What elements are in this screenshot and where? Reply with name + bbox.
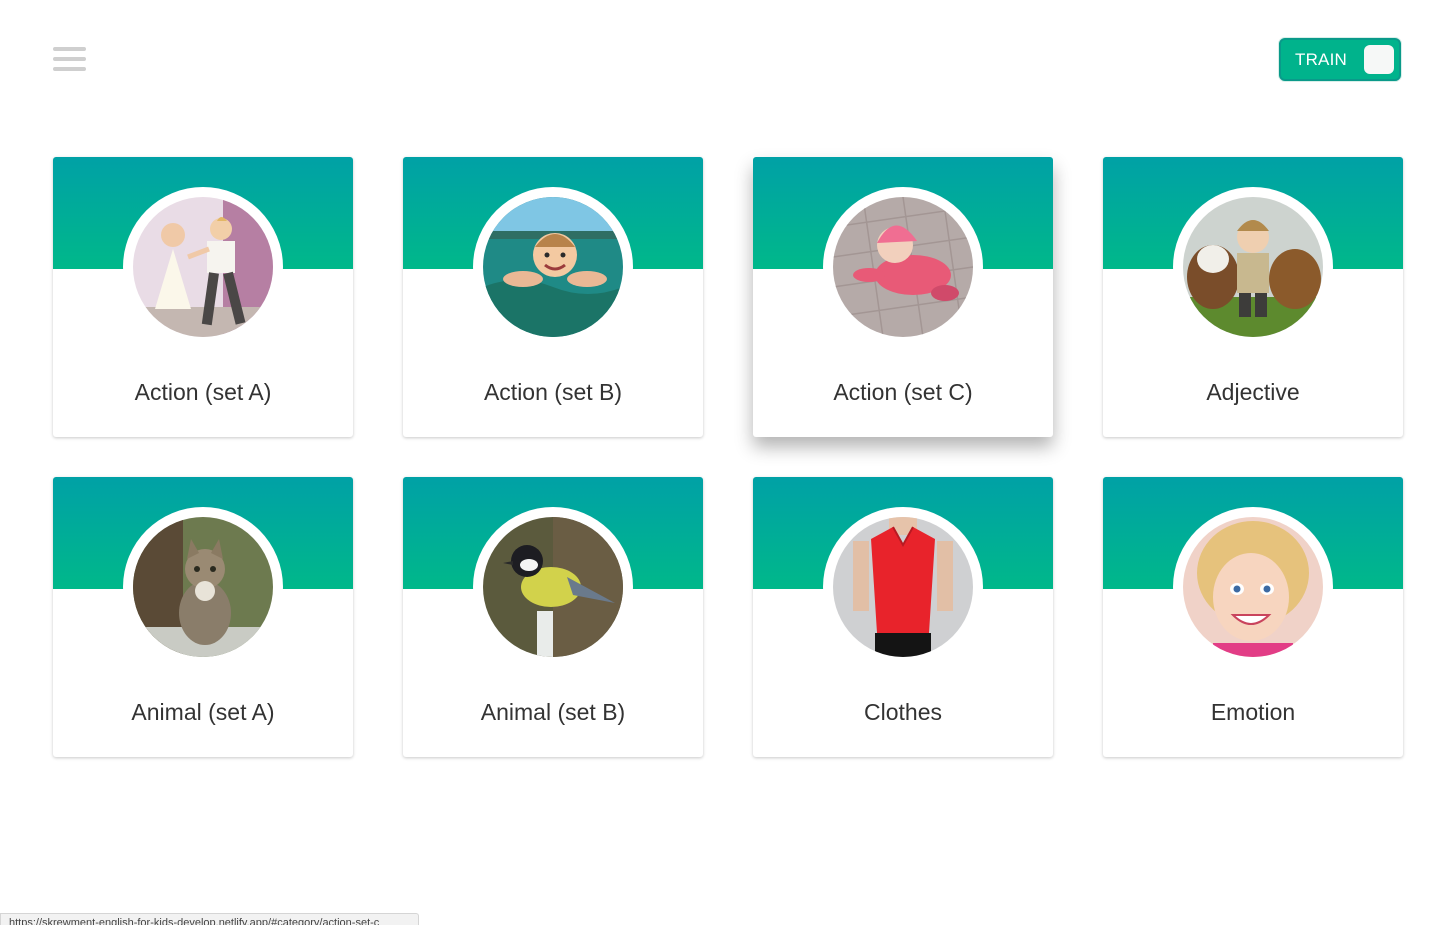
category-card-action-set-c[interactable]: Action (set C) xyxy=(753,157,1053,437)
train-play-toggle[interactable]: TRAIN xyxy=(1279,38,1401,81)
toggle-label: TRAIN xyxy=(1295,49,1347,69)
category-card-animal-set-b[interactable]: Animal (set B) xyxy=(403,477,703,757)
card-title: Emotion xyxy=(1210,699,1296,725)
menu-line xyxy=(53,47,86,51)
kids-dancing-photo xyxy=(133,197,273,337)
menu-line xyxy=(53,67,86,71)
card-image xyxy=(1173,507,1333,667)
card-title: Action (set A) xyxy=(134,379,272,405)
menu-line xyxy=(53,57,86,61)
category-card-animal-set-a[interactable]: Animal (set A) xyxy=(53,477,353,757)
card-title: Animal (set B) xyxy=(480,699,626,725)
child-swimming-photo xyxy=(483,197,623,337)
red-blouse-photo xyxy=(833,517,973,657)
bird-photo xyxy=(483,517,623,657)
card-image xyxy=(823,187,983,347)
category-card-adjective[interactable]: Adjective xyxy=(1103,157,1403,437)
category-card-clothes[interactable]: Clothes xyxy=(753,477,1053,757)
status-bar-url: https://skrewment-english-for-kids-devel… xyxy=(0,913,419,925)
card-image xyxy=(823,507,983,667)
toggle-knob[interactable] xyxy=(1364,45,1394,74)
card-title: Action (set B) xyxy=(483,379,623,405)
cat-photo xyxy=(133,517,273,657)
card-image xyxy=(123,507,283,667)
smiling-girl-photo xyxy=(1183,517,1323,657)
category-card-action-set-a[interactable]: Action (set A) xyxy=(53,157,353,437)
card-title: Animal (set A) xyxy=(131,699,275,725)
card-image xyxy=(123,187,283,347)
card-image xyxy=(473,187,633,347)
category-card-emotion[interactable]: Emotion xyxy=(1103,477,1403,757)
card-title: Action (set C) xyxy=(833,379,973,405)
hamburger-menu-icon[interactable] xyxy=(53,47,86,71)
baby-crawling-photo xyxy=(833,197,973,337)
card-image xyxy=(473,507,633,667)
card-title: Adjective xyxy=(1206,379,1300,405)
card-title: Clothes xyxy=(864,699,942,725)
category-grid: Action (set A) Action (set B) Action (se… xyxy=(53,157,1403,757)
category-card-action-set-b[interactable]: Action (set B) xyxy=(403,157,703,437)
card-image xyxy=(1173,187,1333,347)
boy-with-dogs-photo xyxy=(1183,197,1323,337)
